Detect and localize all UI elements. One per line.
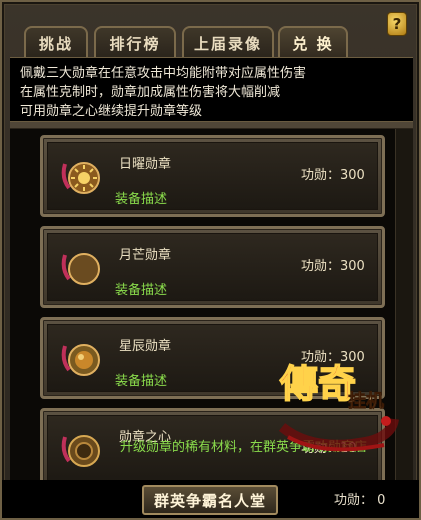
medal-desc-link[interactable]: 装备描述 (115, 279, 167, 298)
medal-panel: 挑战 排行榜 上届录像 兑 换 ? 佩戴三大勋章在任意攻击中均能附带对应属性伤害… (0, 0, 421, 520)
tab-exchange[interactable]: 兑 换 (278, 26, 348, 58)
info-line: 佩戴三大勋章在任意攻击中均能附带对应属性伤害 (20, 66, 307, 81)
moon-medal-icon (61, 253, 100, 285)
help-icon[interactable]: ? (387, 12, 407, 36)
divider (10, 121, 413, 129)
medal-merit: 功勋：300 (301, 168, 365, 183)
tab-challenge[interactable]: 挑战 (24, 26, 88, 58)
tab-last-replay[interactable]: 上届录像 (182, 26, 274, 58)
hall-of-fame-button[interactable]: 群英争霸名人堂 (142, 485, 278, 515)
heart-medal-icon (61, 435, 100, 467)
sun-medal-icon (61, 162, 100, 194)
star-medal-icon (61, 344, 100, 376)
medal-merit: 功勋：300 (301, 259, 365, 274)
logo-sub-text: 挂机 (348, 390, 384, 412)
medal-name: 日曜勋章 (119, 157, 172, 172)
medal-card-moon[interactable]: 月芒勋章 装备描述 功勋：300 (40, 226, 385, 308)
merit-total: 功勋： 0 (334, 493, 386, 508)
tab-ranking[interactable]: 排行榜 (94, 26, 176, 58)
medal-name: 月芒勋章 (119, 248, 172, 263)
medal-name: 星辰勋章 (119, 339, 172, 354)
medal-card-sun[interactable]: 日曜勋章 装备描述 功勋：300 (40, 135, 385, 217)
info-line: 在属性克制时，勋章加成属性伤害将大幅削减 (20, 85, 281, 100)
seal-icon (381, 416, 391, 426)
medal-desc-link[interactable]: 装备描述 (115, 188, 167, 207)
game-logo: 傳奇 挂机 (278, 360, 399, 452)
logo-main-text: 傳奇 (279, 361, 356, 406)
medal-desc-link[interactable]: 装备描述 (115, 370, 167, 389)
info-box: 佩戴三大勋章在任意攻击中均能附带对应属性伤害 在属性克制时，勋章加成属性伤害将大… (10, 57, 413, 121)
info-line: 可用勋章之心继续提升勋章等级 (20, 104, 203, 119)
tab-bar: 挑战 排行榜 上届录像 兑 换 (12, 8, 412, 58)
